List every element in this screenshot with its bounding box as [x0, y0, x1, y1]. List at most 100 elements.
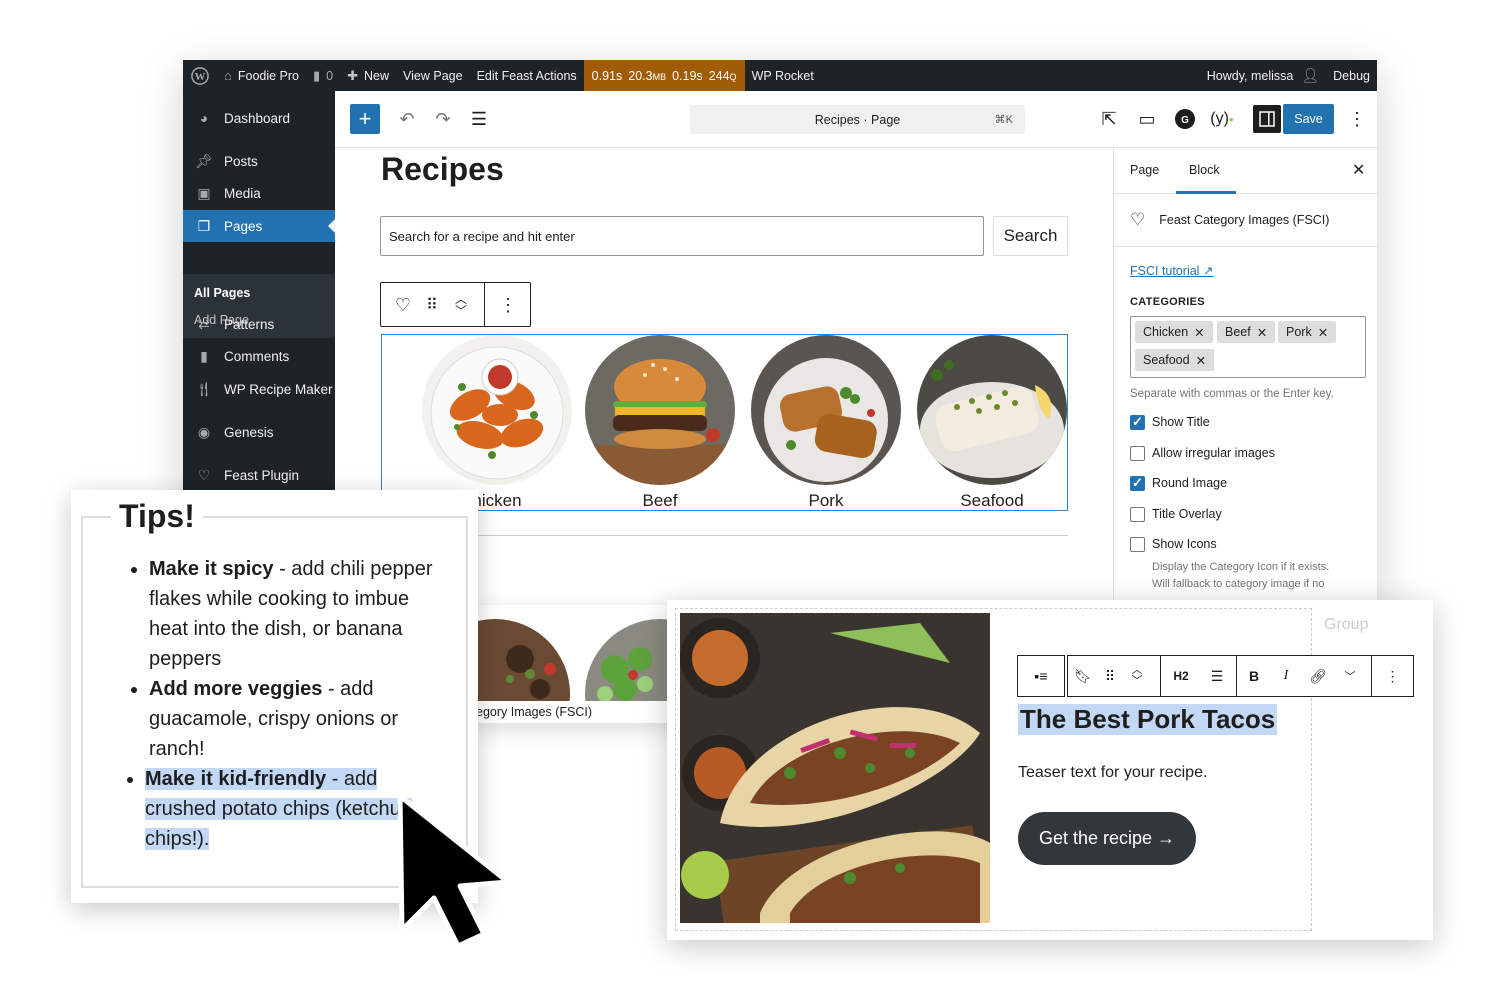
- drag-handle-icon[interactable]: ⠿: [421, 291, 443, 319]
- token-chicken: Chicken ✕: [1135, 321, 1213, 343]
- tab-block[interactable]: Block: [1189, 163, 1220, 177]
- category-images-block[interactable]: hicken Beef Pork Seafood: [381, 334, 1068, 511]
- drag-handle-icon[interactable]: ⠿: [1098, 668, 1122, 685]
- round-image-checkbox[interactable]: [1130, 475, 1145, 491]
- separator: [381, 535, 1068, 536]
- submenu-all-pages[interactable]: All Pages: [194, 286, 250, 300]
- recipe-heading[interactable]: The Best Pork Tacos: [1018, 704, 1278, 735]
- site-name-link[interactable]: ⌂ Foodie Pro: [217, 60, 306, 91]
- heading-options-kebab-icon[interactable]: ⋮: [1371, 655, 1414, 697]
- italic-icon[interactable]: I: [1271, 668, 1301, 684]
- token-beef: Beef ✕: [1217, 321, 1276, 343]
- categories-heading: CATEGORIES: [1130, 296, 1205, 308]
- show-title-checkbox[interactable]: [1130, 414, 1145, 430]
- yoast-seo-icon[interactable]: (y) ●: [1207, 105, 1237, 133]
- pork-tacos-image[interactable]: [680, 613, 990, 923]
- edit-feast-actions-link[interactable]: Edit Feast Actions: [470, 60, 584, 91]
- block-inserter-plus-icon[interactable]: +: [350, 104, 380, 134]
- external-link-icon[interactable]: ⇱: [1095, 105, 1123, 133]
- new-content-link[interactable]: ✚ New: [340, 60, 396, 91]
- fsci-tutorial-link[interactable]: FSCI tutorial ↗: [1130, 263, 1213, 278]
- close-icon[interactable]: ✕: [1352, 160, 1365, 180]
- block-toolbar: ♡ ⠿ ︿ ﹀ ⋮: [380, 282, 531, 327]
- search-button[interactable]: Search: [993, 216, 1068, 256]
- wp-rocket-link[interactable]: WP Rocket: [745, 60, 821, 91]
- bookmark-icon[interactable]: 🔖︎: [1068, 668, 1098, 685]
- editor-toolbar: + ↶ ↷ ☰ Recipes · Page ⌘K ⇱ ▭ G (y) ● Sav…: [335, 91, 1377, 148]
- undo-icon[interactable]: ↶: [393, 105, 421, 133]
- device-preview-icon[interactable]: ▭: [1132, 105, 1162, 133]
- remove-token-icon[interactable]: ✕: [1194, 325, 1204, 340]
- show-icons-checkbox[interactable]: [1130, 537, 1145, 552]
- media-icon: ▣: [197, 184, 211, 201]
- sidebar-item-feast-plugin[interactable]: ♡ Feast Plugin: [183, 459, 335, 491]
- category-card-pork[interactable]: Pork: [751, 335, 901, 511]
- heart-icon: ♡: [197, 466, 211, 483]
- dashboard-gauge-icon: ◕: [199, 110, 209, 126]
- tab-page[interactable]: Page: [1130, 163, 1159, 177]
- sidebar-item-genesis[interactable]: ◉ Genesis: [183, 416, 335, 448]
- sidebar-item-pages[interactable]: ❐ Pages: [183, 210, 335, 242]
- redo-icon[interactable]: ↷: [429, 105, 457, 133]
- performance-stats[interactable]: 0.91s 20.3MB 0.19s 244Q: [583, 60, 745, 91]
- view-page-link[interactable]: View Page: [396, 60, 470, 91]
- link-icon[interactable]: 🔗︎: [1301, 668, 1335, 685]
- chevron-down-icon[interactable]: ﹀: [1335, 668, 1365, 684]
- category-images-preview: egory Images (FSCI): [470, 605, 680, 723]
- pork-cutlet-image: [751, 335, 901, 485]
- debug-link[interactable]: Debug: [1326, 60, 1377, 91]
- heading-level-button[interactable]: H2: [1161, 669, 1201, 683]
- user-avatar-icon: 👤︎: [1301, 67, 1320, 83]
- command-palette-bar[interactable]: Recipes · Page ⌘K: [690, 105, 1025, 134]
- admin-bar: W ⌂ Foodie Pro ▮ 0 ✚ New View Page Edit …: [183, 60, 1377, 91]
- search-input[interactable]: Search for a recipe and hit enter: [380, 216, 984, 256]
- comments-link[interactable]: ▮ 0: [306, 60, 340, 91]
- options-kebab-icon[interactable]: ⋮: [1345, 105, 1369, 133]
- move-up-down-icon[interactable]: ︿ ﹀: [1122, 665, 1152, 687]
- settings-tabs: Page Block ✕: [1114, 148, 1377, 194]
- document-overview-icon[interactable]: ☰: [465, 105, 493, 133]
- get-recipe-button[interactable]: Get the recipe →: [1018, 812, 1196, 865]
- token-pork: Pork ✕: [1278, 321, 1337, 343]
- block-options-kebab-icon[interactable]: ⋮: [494, 291, 522, 319]
- remove-token-icon[interactable]: ✕: [1196, 353, 1206, 368]
- mouse-pointer-icon: [392, 790, 522, 950]
- move-up-down-icon[interactable]: ︿ ﹀: [447, 287, 475, 323]
- sidebar-item-dashboard[interactable]: ◕ Dashboard: [183, 102, 335, 134]
- categories-token-field[interactable]: Chicken ✕ Beef ✕ Pork ✕ Seafood ✕: [1130, 316, 1366, 378]
- list-item[interactable]: Add more veggies - add guacamole, crispy…: [149, 674, 451, 764]
- page-title[interactable]: Recipes: [381, 151, 504, 188]
- remove-token-icon[interactable]: ✕: [1257, 325, 1267, 340]
- remove-token-icon[interactable]: ✕: [1318, 325, 1328, 340]
- block-type-media-text-icon[interactable]: ▪≡: [1017, 655, 1065, 697]
- list-item[interactable]: Make it spicy - add chili pepper flakes …: [149, 554, 451, 674]
- feast-heart-icon[interactable]: ♡: [389, 291, 417, 319]
- token-seafood: Seafood ✕: [1135, 349, 1215, 371]
- howdy-account-link[interactable]: Howdy, melissa 👤︎: [1200, 60, 1326, 91]
- token-help-text: Separate with commas or the Enter key.: [1130, 388, 1334, 400]
- sidebar-item-patterns[interactable]: ⇄ Patterns: [183, 308, 335, 340]
- align-left-icon[interactable]: ☰: [1201, 668, 1233, 685]
- genesis-settings-icon[interactable]: G: [1171, 105, 1199, 133]
- category-card-chicken[interactable]: hicken: [422, 335, 572, 511]
- heading-block-toolbar: ▪≡ 🔖︎ ⠿ ︿ ﹀ H2 ☰ B I 🔗︎ ﹀ ⋮: [1017, 655, 1414, 697]
- sidebar-item-posts[interactable]: 📌︎ Posts: [183, 145, 335, 177]
- wordpress-logo-icon[interactable]: W: [183, 60, 217, 91]
- sidebar-item-media[interactable]: ▣ Media: [183, 177, 335, 209]
- sidebar-item-comments[interactable]: ▮ Comments: [183, 340, 335, 372]
- title-overlay-checkbox[interactable]: [1130, 507, 1145, 522]
- pages-icon: ❐: [197, 217, 211, 234]
- settings-sidebar-toggle-icon[interactable]: [1253, 105, 1281, 133]
- recipe-teaser[interactable]: Teaser text for your recipe.: [1018, 764, 1207, 782]
- category-card-seafood[interactable]: Seafood: [917, 335, 1067, 511]
- sidebar-item-wp-recipe-maker[interactable]: 🍴︎ WP Recipe Maker: [183, 373, 335, 405]
- save-button[interactable]: Save: [1283, 104, 1334, 134]
- allow-irregular-images-checkbox[interactable]: [1130, 446, 1145, 461]
- block-card: ♡ Feast Category Images (FSCI): [1130, 210, 1330, 229]
- category-card-beef[interactable]: Beef: [585, 335, 735, 511]
- recipe-card: Group ▪≡ 🔖︎ ⠿ ︿ ﹀ H2 ☰ B I 🔗︎ ﹀ ⋮ The Be…: [667, 600, 1433, 940]
- genesis-icon: ◉: [197, 423, 211, 440]
- bold-icon[interactable]: B: [1237, 668, 1271, 684]
- settings-sidebar: Page Block ✕ ♡ Feast Category Images (FS…: [1113, 148, 1377, 620]
- icon-help-text-1: Display the Category Icon if it exists.: [1152, 561, 1330, 573]
